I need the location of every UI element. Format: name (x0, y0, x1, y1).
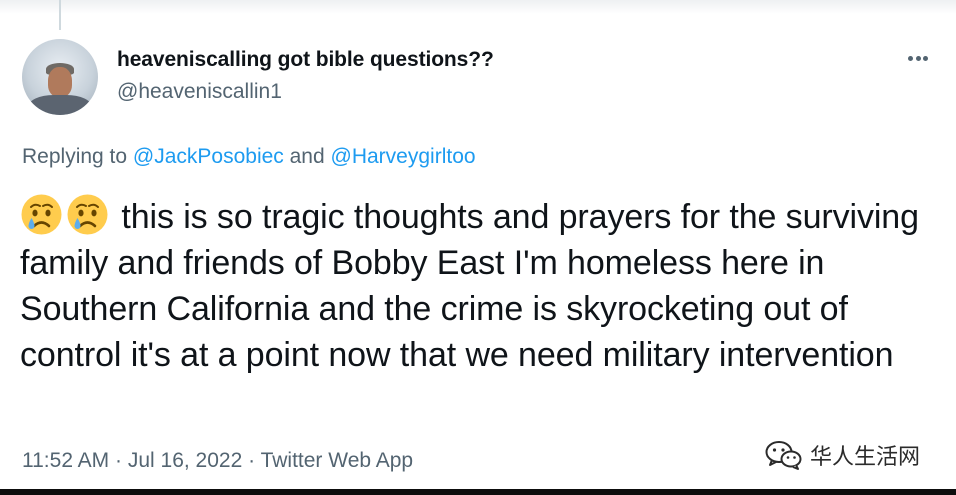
previous-tweet-edge (0, 0, 956, 14)
meta-separator: · (242, 449, 261, 472)
replying-connector: and (283, 145, 331, 168)
tweet-text-content: this is so tragic thoughts and prayers f… (20, 198, 919, 374)
ellipsis-dot (923, 55, 928, 61)
watermark: 华人生活网 (764, 437, 920, 473)
ellipsis-dot (908, 55, 913, 61)
replying-to-line: Replying to @JackPosobiec and @Harveygir… (22, 145, 476, 169)
tweet-date[interactable]: Jul 16, 2022 (128, 449, 242, 472)
tweet-text: this is so tragic thoughts and prayers f… (20, 193, 935, 378)
mention-harveygirltoo-link[interactable]: @Harveygirltoo (331, 145, 476, 168)
replying-prefix: Replying to (22, 145, 133, 168)
avatar-shoulders (28, 95, 92, 115)
ellipsis-dot (915, 55, 921, 61)
wechat-logo-icon (765, 441, 802, 470)
author-handle[interactable]: @heaveniscallin1 (117, 80, 282, 104)
bottom-edge-bar (0, 489, 956, 495)
author-display-name[interactable]: heavenis­calling got bible questions?? (117, 48, 494, 72)
thread-connector-line (59, 0, 61, 30)
tweet-metadata: 11:52 AM · Jul 16, 2022 · Twitter Web Ap… (22, 449, 413, 473)
avatar[interactable] (22, 39, 98, 115)
meta-separator: · (109, 449, 128, 472)
avatar-head (48, 67, 72, 97)
crying-face-emoji-icon (66, 193, 109, 236)
mention-jackposobiec-link[interactable]: @JackPosobiec (133, 145, 284, 168)
watermark-text: 华人生活网 (810, 445, 921, 470)
tweet-source[interactable]: Twitter Web App (261, 449, 414, 472)
ellipsis-icon[interactable] (901, 48, 935, 68)
crying-face-emoji-icon (20, 193, 63, 236)
tweet-time[interactable]: 11:52 AM (22, 449, 109, 472)
